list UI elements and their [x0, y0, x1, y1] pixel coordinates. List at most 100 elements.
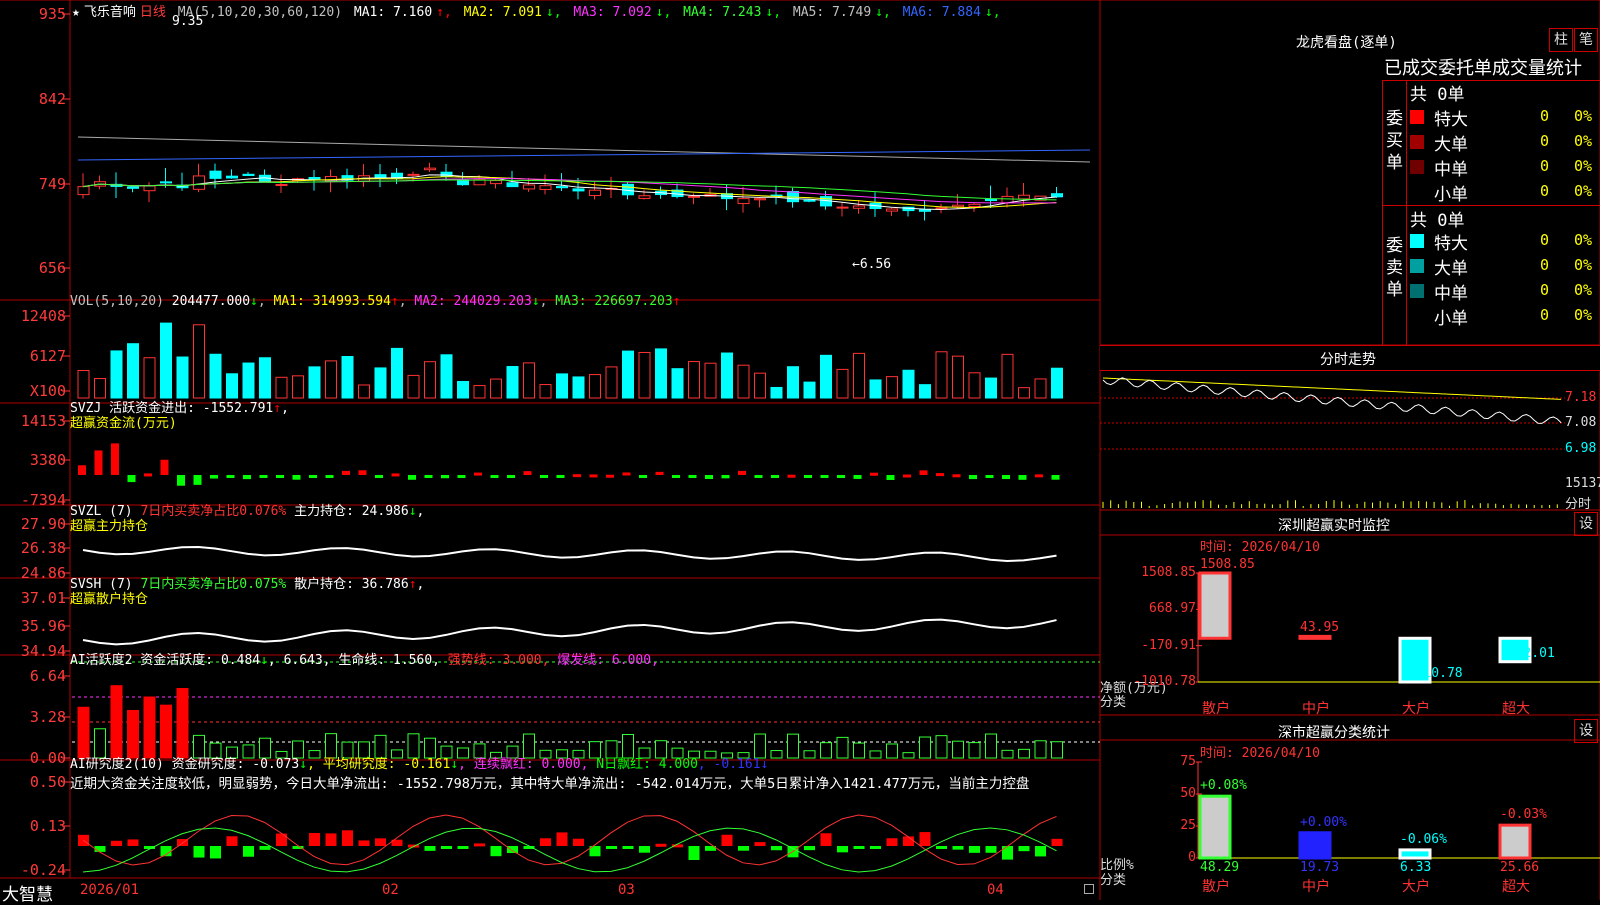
flow-bar	[507, 475, 515, 478]
flow-bar	[754, 475, 763, 478]
volume-bar	[473, 385, 486, 399]
candle-body	[952, 204, 964, 208]
star-icon[interactable]: ★	[72, 5, 80, 20]
bar-change-label: +0.00%	[1300, 814, 1347, 830]
row-label: 大单	[1434, 135, 1468, 155]
flow-bar	[606, 474, 614, 478]
ai2-comment: 近期大资金关注度较低，明显弱势，今日大单净流出: -1552.798万元，其中特…	[70, 776, 1030, 792]
main-holding-line	[82, 545, 1057, 562]
research-bar	[721, 834, 733, 846]
research-bar	[1051, 838, 1063, 846]
research-bar	[655, 843, 667, 847]
legend-swatch	[1410, 135, 1424, 149]
research-bar	[639, 846, 650, 853]
ma-value: MA4: 7.243	[675, 5, 762, 20]
activity-bar	[160, 704, 172, 759]
flow-bar	[919, 470, 928, 475]
volume-bar	[688, 361, 700, 399]
candle-body	[572, 188, 585, 192]
category-label: 散户	[1202, 879, 1230, 895]
volume-bar	[1051, 367, 1063, 399]
bar-value-label: 1508.85	[1200, 557, 1255, 572]
flow-bar	[771, 475, 779, 478]
bar-mode-button[interactable]: 柱	[1549, 28, 1573, 52]
flow-bar	[391, 473, 400, 477]
research-bar	[325, 833, 337, 846]
candle-body	[853, 205, 865, 209]
y-tick-label: 3.28	[29, 708, 66, 726]
volume-bar	[935, 351, 948, 399]
volume-bar	[1034, 378, 1047, 399]
candle-body	[193, 175, 205, 190]
class-settings-button[interactable]: 设	[1574, 719, 1598, 743]
ma-value: MA6: 7.884	[894, 5, 981, 20]
flow-bar	[210, 475, 218, 479]
volume-bar	[457, 380, 469, 399]
research-bar	[127, 839, 139, 846]
research-bar	[837, 846, 848, 853]
row-value: 0	[1540, 107, 1550, 125]
tick-mode-button[interactable]: 笔	[1574, 28, 1598, 52]
intraday-tick-5: 分时	[1565, 497, 1592, 512]
research-bar	[738, 846, 749, 851]
research-bar	[243, 846, 254, 857]
activity-bar	[985, 733, 997, 759]
flow-bar	[936, 473, 944, 477]
bar-value-label: -542.01	[1500, 645, 1555, 661]
y-tick-label: 12408	[20, 307, 66, 325]
intraday-tick-4: 15137	[1565, 476, 1600, 491]
candle-body	[143, 185, 156, 192]
volume-bar	[886, 376, 898, 399]
row-value: 0	[1540, 281, 1550, 299]
candle-body	[275, 184, 288, 187]
bar-value-label: 19.73	[1300, 860, 1340, 875]
intraday-tick-2: 7.08	[1565, 415, 1597, 430]
flow-bar	[408, 475, 416, 480]
research-bar	[952, 846, 964, 850]
period-label[interactable]: 日线	[140, 5, 166, 20]
y-tick-label: 935	[38, 5, 66, 23]
candle-body	[523, 184, 535, 190]
flow-bar	[424, 475, 433, 478]
flow-bar	[969, 475, 977, 480]
flow-bar	[705, 475, 713, 480]
candle-body	[935, 207, 948, 210]
candle-body	[589, 189, 601, 197]
flow-bar	[441, 475, 449, 479]
row-percent: 0%	[1574, 231, 1593, 249]
right-y-tick: 0	[1188, 850, 1196, 865]
activity-bar	[935, 735, 948, 759]
activity-bar	[820, 742, 832, 759]
volume-bar	[671, 368, 684, 399]
research-bar	[457, 846, 469, 849]
research-bar	[820, 833, 832, 846]
row-value: 0	[1540, 256, 1550, 274]
lock-icon[interactable]	[1084, 884, 1094, 894]
flow-bar	[903, 474, 911, 478]
y-tick-label: 34.94	[20, 642, 66, 660]
y-tick-label: 35.96	[20, 617, 66, 635]
row-label: 中单	[1434, 160, 1468, 180]
candle-body	[209, 170, 222, 179]
candle-body	[424, 167, 436, 171]
y-tick-label: -7394	[20, 491, 66, 509]
monitor-settings-button[interactable]: 设	[1574, 512, 1598, 536]
research-bar	[936, 846, 947, 849]
activity-bar	[1034, 740, 1047, 759]
right-y-tick: 1508.85	[1141, 565, 1196, 580]
candle-body	[1018, 194, 1030, 200]
research-bar	[193, 846, 205, 858]
volume-bar	[622, 350, 634, 399]
volume-bar	[902, 369, 915, 399]
svzl-title: 超赢主力持仓	[70, 519, 149, 534]
volume-bar	[292, 375, 304, 399]
category-label: 超大	[1502, 879, 1530, 895]
flow-bar	[721, 475, 730, 479]
flow-bar	[556, 475, 565, 478]
volume-bar	[1018, 387, 1030, 399]
volume-bar	[721, 352, 733, 399]
row-label: 小单	[1434, 185, 1468, 205]
volume-bar	[952, 355, 964, 399]
y-tick-label: 27.90	[20, 515, 66, 533]
ma-value: MA5: 7.749	[785, 5, 872, 20]
